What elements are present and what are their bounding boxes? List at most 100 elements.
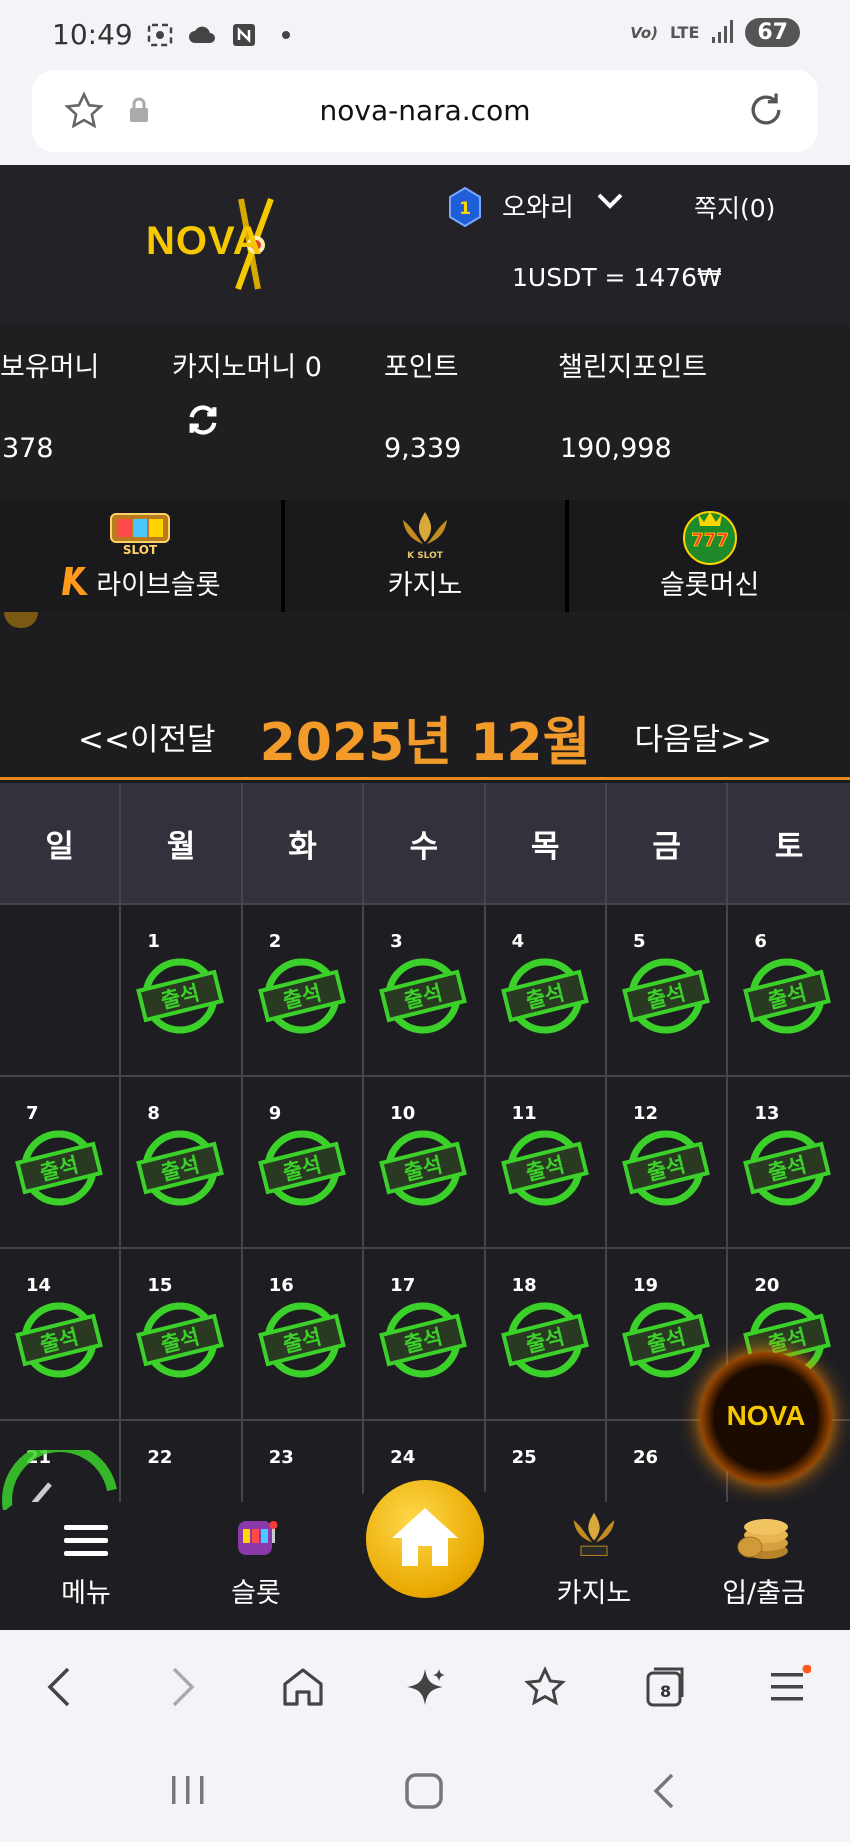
- slot-machine-icon: [232, 1513, 280, 1565]
- refresh-icon[interactable]: [186, 403, 220, 444]
- day-number: 14: [26, 1275, 52, 1296]
- points-value: 9,339: [384, 433, 462, 464]
- home-button[interactable]: [358, 1472, 492, 1606]
- system-back-icon[interactable]: [648, 1772, 678, 1814]
- weekday-mon: 월: [121, 783, 243, 905]
- home-square-icon[interactable]: [404, 1772, 444, 1814]
- address-bar[interactable]: nova-nara.com: [32, 70, 818, 152]
- calendar-day-cell[interactable]: 6 출석: [728, 905, 850, 1077]
- site-header: NOVA 1 오와리 쪽지(0) 1USDT = 1476₩: [0, 165, 850, 323]
- status-notification-icons: [146, 22, 300, 48]
- bookmarks-star-icon[interactable]: [520, 1662, 570, 1712]
- calendar-day-cell[interactable]: 9 출석: [242, 1077, 365, 1249]
- weekday-sun: 일: [0, 783, 122, 905]
- svg-text:777: 777: [691, 530, 729, 551]
- attendance-stamp-icon: 출석: [379, 958, 468, 1034]
- username[interactable]: 오와리: [502, 187, 574, 224]
- attendance-stamp-icon: 출석: [743, 958, 832, 1034]
- level-number: 1: [459, 199, 471, 219]
- calendar-day-cell[interactable]: 11 출석: [485, 1077, 607, 1249]
- attendance-stamp-icon: 출석: [500, 1302, 589, 1378]
- nav-deposit-withdraw[interactable]: 입/출금: [704, 1502, 824, 1630]
- attendance-stamp-icon: 출석: [743, 1130, 832, 1206]
- attendance-stamp-icon: 출석: [257, 958, 346, 1034]
- calendar-day-cell[interactable]: 13 출석: [728, 1077, 850, 1249]
- calendar-day-cell[interactable]: 17 출석: [364, 1249, 486, 1421]
- game-category-tabs: SLOT 라이브슬롯 K SLOT 카지노 777 슬롯머신: [0, 500, 850, 612]
- attendance-stamp-icon: 출석: [257, 1130, 346, 1206]
- calendar-day-cell[interactable]: 1 출석: [121, 905, 243, 1077]
- tab-live-slot-label: 라이브슬롯: [96, 570, 221, 601]
- floating-logo-button[interactable]: NOVA: [700, 1352, 832, 1484]
- tab-casino[interactable]: K SLOT 카지노: [284, 500, 570, 612]
- day-number: 17: [390, 1275, 416, 1296]
- attendance-stamp-icon: 출석: [136, 1302, 225, 1378]
- coin-icon: [4, 612, 38, 628]
- screenshot-icon: [146, 22, 174, 48]
- day-number: 7: [26, 1103, 39, 1124]
- day-number: 25: [511, 1447, 537, 1468]
- messages-link[interactable]: 쪽지(0): [694, 189, 775, 225]
- day-number: 15: [147, 1275, 173, 1296]
- chevron-down-icon[interactable]: [596, 191, 624, 215]
- day-number: 8: [147, 1103, 160, 1124]
- browser-address-area: nova-nara.com: [0, 70, 850, 165]
- tab-count: 8: [660, 1682, 672, 1701]
- gauge-icon[interactable]: [0, 1442, 120, 1512]
- attendance-stamp-icon: 출석: [379, 1302, 468, 1378]
- day-number: 2: [268, 931, 282, 952]
- next-month-button[interactable]: 다음달>>: [634, 714, 772, 759]
- calendar-day-cell[interactable]: 14 출석: [0, 1249, 122, 1421]
- attendance-stamp-icon: 출석: [622, 958, 710, 1034]
- forward-arrow-icon[interactable]: [158, 1662, 208, 1712]
- nav-menu[interactable]: 메뉴: [26, 1502, 146, 1630]
- calendar-day-cell[interactable]: 18 출석: [485, 1249, 607, 1421]
- weekday-header: 일 월 화 수 목 금 토: [0, 783, 850, 905]
- site-logo[interactable]: NOVA: [146, 195, 316, 291]
- level-badge-icon: 1: [448, 186, 482, 231]
- day-number: 18: [511, 1275, 537, 1296]
- day-number: 4: [511, 931, 525, 952]
- held-money-label: 보유머니: [0, 352, 100, 383]
- recent-apps-icon[interactable]: [168, 1772, 208, 1812]
- status-right: Vo) LTE 67: [630, 18, 800, 47]
- volte-icon: Vo): [630, 23, 658, 42]
- calendar-day-cell[interactable]: 15 출석: [121, 1249, 243, 1421]
- coins-icon: [736, 1507, 792, 1565]
- calendar-day-cell[interactable]: 12 출석: [606, 1077, 729, 1249]
- weekday-fri: 금: [606, 783, 729, 905]
- calendar-day-cell[interactable]: 10 출석: [364, 1077, 486, 1249]
- calendar-day-cell[interactable]: 4 출석: [485, 905, 607, 1077]
- calendar-day-cell[interactable]: 16 출석: [242, 1249, 365, 1421]
- sparkle-icon[interactable]: [400, 1662, 450, 1712]
- balance-panel: 보유머니 378 카지노머니 0 포인트 9,339 챌린지포인트 190,99…: [0, 323, 850, 500]
- page: 10:49 Vo) LTE 67 nova-nara.com NOVA 1 오와…: [0, 0, 850, 1842]
- system-navigation: [0, 1740, 850, 1842]
- day-number: 26: [632, 1447, 659, 1468]
- calendar-day-cell[interactable]: 7 출석: [0, 1077, 122, 1249]
- nav-menu-label: 메뉴: [61, 1578, 111, 1609]
- browser-toolbar: 8: [0, 1630, 850, 1740]
- calendar-day-cell[interactable]: 5 출석: [606, 905, 729, 1077]
- reload-icon[interactable]: [744, 88, 788, 136]
- nav-casino-label: 카지노: [556, 1578, 632, 1609]
- calendar-day-cell[interactable]: 2 출석: [242, 905, 365, 1077]
- attendance-stamp-icon: 출석: [500, 1130, 589, 1206]
- tabs-icon[interactable]: 8: [640, 1662, 690, 1712]
- day-number: 16: [268, 1275, 294, 1296]
- nav-slot[interactable]: 슬롯: [196, 1502, 316, 1630]
- weekday-tue: 화: [242, 783, 365, 905]
- tab-live-slot[interactable]: SLOT 라이브슬롯: [0, 500, 285, 612]
- attendance-stamp-icon: 출석: [500, 958, 589, 1034]
- 777-slots-icon: 777: [680, 508, 740, 570]
- browser-menu-icon[interactable]: [764, 1662, 814, 1712]
- calendar-day-cell[interactable]: 8 출석: [121, 1077, 243, 1249]
- weekday-wed: 수: [364, 783, 486, 905]
- nav-casino[interactable]: 카지노: [534, 1502, 654, 1630]
- calendar-day-cell[interactable]: 3 출석: [364, 905, 486, 1077]
- signal-icon: [711, 19, 734, 47]
- tab-slot-machine[interactable]: 777 슬롯머신: [569, 500, 850, 612]
- points-label: 포인트: [384, 352, 459, 383]
- home-outline-icon[interactable]: [278, 1662, 328, 1712]
- back-arrow-icon[interactable]: [34, 1662, 84, 1712]
